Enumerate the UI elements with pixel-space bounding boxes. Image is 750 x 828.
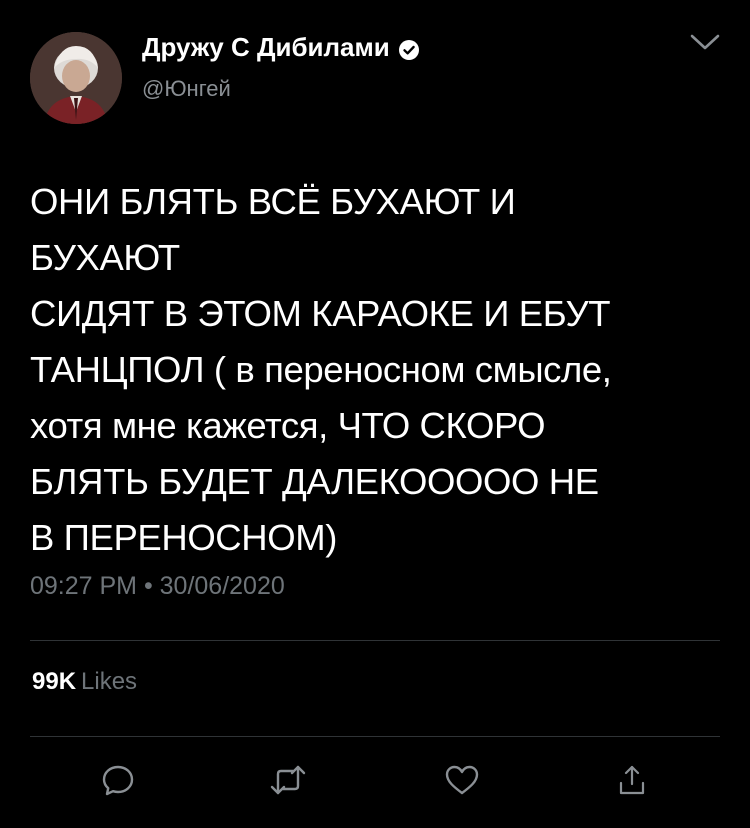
verified-badge-icon: [398, 37, 420, 60]
share-icon: [619, 765, 645, 795]
user-handle[interactable]: @Юнгей: [142, 76, 231, 102]
likes-stat[interactable]: 99K Likes: [32, 668, 137, 696]
reply-button[interactable]: [98, 760, 138, 800]
like-button[interactable]: [442, 760, 482, 800]
avatar[interactable]: [30, 32, 122, 124]
heart-icon: [445, 765, 479, 795]
divider: [30, 736, 720, 737]
tweet-timestamp[interactable]: 09:27 PM • 30/06/2020: [30, 572, 285, 601]
retweet-icon: [270, 765, 306, 795]
display-name[interactable]: Дружу С Дибилами: [142, 32, 420, 63]
reply-icon: [102, 765, 134, 796]
avatar-image: [30, 32, 122, 124]
tweet-text: ОНИ БЛЯТЬ ВСЁ БУХАЮТ И БУХАЮТ СИДЯТ В ЭТ…: [30, 181, 612, 558]
likes-count: 99K: [32, 668, 77, 695]
chevron-down-icon[interactable]: [688, 30, 722, 54]
display-name-text[interactable]: Дружу С Дибилами: [142, 32, 390, 63]
share-button[interactable]: [612, 760, 652, 800]
retweet-button[interactable]: [268, 760, 308, 800]
likes-label: Likes: [81, 668, 138, 695]
divider: [30, 640, 720, 641]
